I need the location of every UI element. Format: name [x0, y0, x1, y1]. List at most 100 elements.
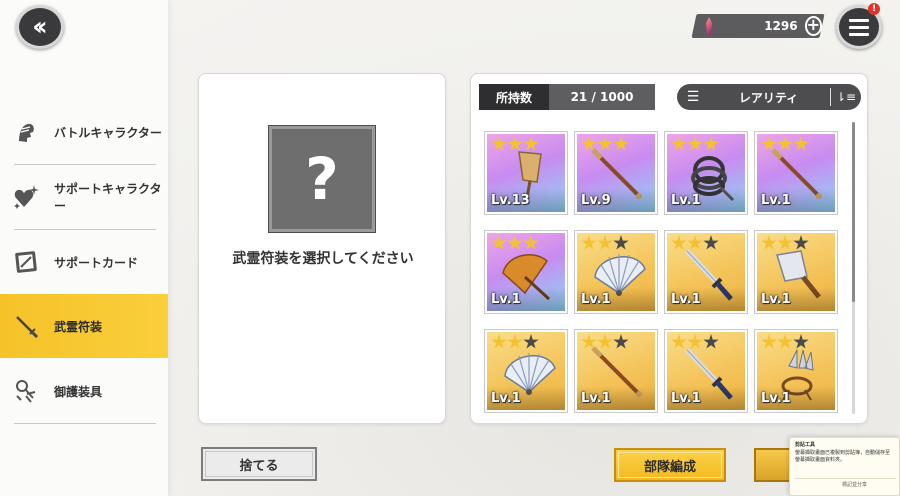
add-currency-button[interactable]: + [804, 16, 822, 36]
scrollbar[interactable] [852, 122, 855, 414]
gem-icon [706, 17, 713, 35]
notification-badge: ! [868, 3, 880, 15]
inventory-panel: 所持数 21 / 1000 ☰ レアリティ ⇂≡ Lv.13 Lv.9 Lv.1 Lv… [470, 73, 868, 424]
star-icon [597, 136, 613, 151]
scroll-thumb[interactable] [852, 122, 855, 302]
sidebar-item-label: 御護装具 [54, 384, 103, 399]
owned-label: 所持数 [479, 84, 549, 110]
sidebar-item-label: バトルキャラクター [54, 125, 162, 140]
star-icon [613, 136, 629, 151]
discard-button[interactable]: 捨てる [201, 447, 317, 481]
item-card[interactable]: Lv.1 [485, 330, 567, 412]
item-level: Lv.1 [761, 193, 791, 208]
hamburger-icon [849, 18, 869, 22]
item-card[interactable]: Lv.1 [665, 231, 747, 313]
weapon-icon [12, 312, 40, 340]
star-icon [507, 334, 523, 349]
star-icon [523, 334, 539, 349]
item-card[interactable]: Lv.9 [575, 132, 657, 214]
star-icon [507, 235, 523, 250]
item-card[interactable]: Lv.1 [665, 132, 747, 214]
star-icon [793, 136, 809, 151]
rarity-stars [581, 136, 629, 152]
sidebar-item-support-character[interactable]: サポートキャラクター [0, 165, 168, 229]
question-mark-icon: ? [305, 145, 339, 213]
item-card[interactable]: Lv.13 [485, 132, 567, 214]
item-card[interactable]: Lv.1 [575, 330, 657, 412]
star-icon [777, 136, 793, 151]
item-card[interactable]: Lv.1 [755, 132, 837, 214]
item-level: Lv.1 [581, 292, 611, 307]
toast-link[interactable]: 標記並分享 [842, 482, 867, 490]
star-icon [613, 334, 629, 349]
item-level: Lv.1 [761, 391, 791, 406]
divider [14, 423, 156, 424]
rarity-stars [761, 334, 809, 350]
sort-order-icon[interactable]: ⇂≡ [831, 90, 861, 104]
star-icon [703, 136, 719, 151]
sidebar: ‹‹ バトルキャラクター サポートキャラクター サポートカード 武霊符装 御護装… [0, 0, 168, 496]
snipping-tool-toast[interactable]: 剪貼工具 螢幕擷取畫面已複製到剪貼簿，自動儲存至螢幕擷取畫面資料夾。 標記並分享 [789, 437, 900, 496]
rarity-stars [761, 136, 809, 152]
rarity-stars [761, 235, 809, 251]
sidebar-item-label: 武霊符装 [54, 319, 103, 334]
star-icon [761, 235, 777, 250]
item-level: Lv.9 [581, 193, 611, 208]
item-card[interactable]: Lv.1 [755, 330, 837, 412]
star-icon [581, 235, 597, 250]
back-button[interactable]: ‹‹ [16, 5, 64, 49]
item-level: Lv.1 [671, 193, 701, 208]
support-character-icon [12, 183, 40, 211]
divider [794, 478, 896, 479]
equipment-select-panel[interactable]: ? 武霊符装を選択してください [198, 73, 446, 424]
star-icon [491, 334, 507, 349]
item-level: Lv.13 [491, 193, 530, 208]
item-card[interactable]: Lv.1 [665, 330, 747, 412]
item-level: Lv.1 [671, 391, 701, 406]
star-icon [671, 136, 687, 151]
star-icon [793, 334, 809, 349]
star-icon [671, 334, 687, 349]
amulet-icon [12, 377, 40, 405]
empty-slot-placeholder: ? [268, 125, 376, 233]
toast-title: 剪貼工具 [795, 442, 816, 448]
item-card[interactable]: Lv.1 [755, 231, 837, 313]
item-card[interactable]: Lv.1 [485, 231, 567, 313]
currency-bar: 1296 + [694, 14, 822, 38]
star-icon [491, 136, 507, 151]
star-icon [491, 235, 507, 250]
sidebar-item-weapon[interactable]: 武霊符装 [0, 294, 168, 358]
team-edit-button[interactable]: 部隊編成 [614, 448, 726, 482]
star-icon [703, 235, 719, 250]
star-icon [703, 334, 719, 349]
sidebar-item-support-card[interactable]: サポートカード [0, 230, 168, 294]
rarity-stars [671, 334, 719, 350]
rarity-stars [671, 136, 719, 152]
sidebar-item-amulet[interactable]: 御護装具 [0, 359, 168, 423]
double-chevron-left-icon: ‹‹ [32, 12, 48, 42]
star-icon [777, 334, 793, 349]
item-level: Lv.1 [581, 391, 611, 406]
sort-dropdown[interactable]: ☰ レアリティ ⇂≡ [677, 84, 861, 110]
owned-count: 所持数 21 / 1000 [479, 84, 655, 110]
item-level: Lv.1 [671, 292, 701, 307]
star-icon [581, 334, 597, 349]
rarity-stars [491, 235, 539, 251]
item-card[interactable]: Lv.1 [575, 231, 657, 313]
star-icon [671, 235, 687, 250]
star-icon [793, 235, 809, 250]
star-icon [507, 136, 523, 151]
star-icon [687, 235, 703, 250]
rarity-stars [491, 334, 539, 350]
star-icon [523, 235, 539, 250]
rarity-stars [581, 235, 629, 251]
toast-body: 螢幕擷取畫面已複製到剪貼簿，自動儲存至螢幕擷取畫面資料夾。 [795, 449, 891, 464]
rarity-stars [671, 235, 719, 251]
star-icon [597, 334, 613, 349]
star-icon [761, 136, 777, 151]
support-card-icon [12, 248, 40, 276]
currency-value: 1296 [764, 19, 798, 33]
sidebar-item-battle-character[interactable]: バトルキャラクター [0, 100, 168, 164]
star-icon [687, 136, 703, 151]
list-icon[interactable]: ☰ [679, 89, 707, 105]
